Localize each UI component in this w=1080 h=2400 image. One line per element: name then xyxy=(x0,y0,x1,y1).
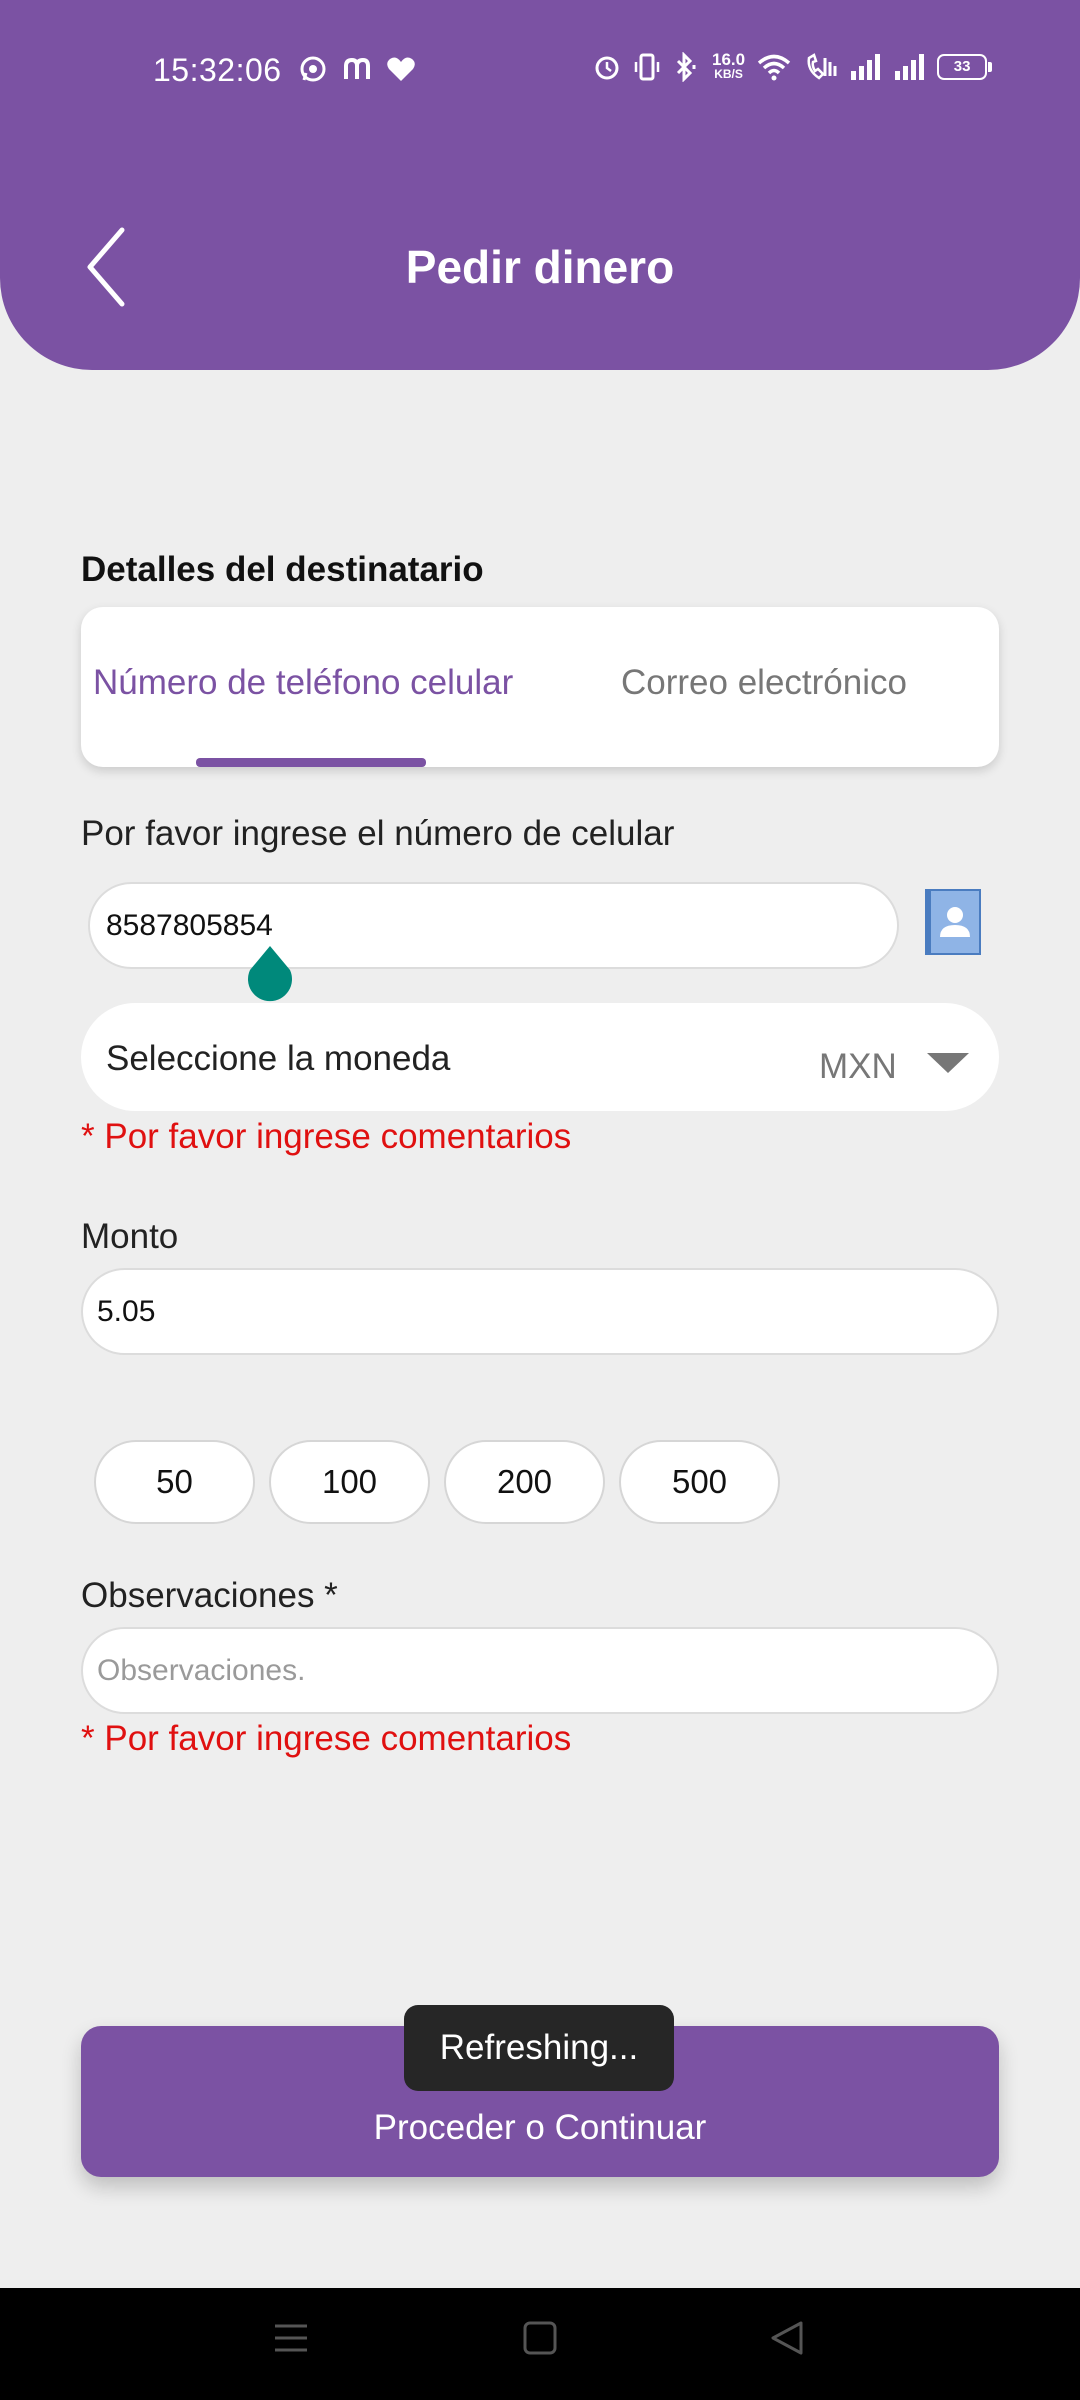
menu-icon[interactable] xyxy=(273,2320,309,2361)
phone-label: Por favor ingrese el número de celular xyxy=(81,814,675,853)
status-bar: 15:32:06 16.0 KB/S 33 xyxy=(0,0,1080,140)
tab-phone-number[interactable]: Número de teléfono celular xyxy=(93,663,513,703)
currency-label: Seleccione la moneda xyxy=(106,1039,451,1078)
recipient-section-title: Detalles del destinatario xyxy=(81,550,484,589)
quick-amounts: 50 100 200 500 xyxy=(94,1440,780,1524)
text-cursor-handle[interactable] xyxy=(244,946,296,1008)
proceed-button-label: Proceder o Continuar xyxy=(373,2107,707,2147)
recipient-tabs: Número de teléfono celular Correo electr… xyxy=(81,607,999,767)
wifi-icon xyxy=(757,53,791,81)
quick-amount-200[interactable]: 200 xyxy=(444,1440,605,1524)
observations-label: Observaciones * xyxy=(81,1576,338,1615)
quick-amount-50[interactable]: 50 xyxy=(94,1440,255,1524)
vibrate-icon xyxy=(634,52,660,82)
m-app-icon xyxy=(342,54,372,84)
signal-icon xyxy=(849,53,881,81)
amount-input[interactable] xyxy=(95,1293,997,1330)
tab-email[interactable]: Correo electrónico xyxy=(621,663,907,703)
dropdown-arrow-icon xyxy=(927,1053,969,1073)
currency-error: * Por favor ingrese comentarios xyxy=(81,1117,572,1156)
contact-picker-button[interactable] xyxy=(925,889,981,955)
system-nav-bar xyxy=(0,2288,1080,2400)
quick-amount-500[interactable]: 500 xyxy=(619,1440,780,1524)
back-triangle-icon[interactable] xyxy=(770,2320,804,2361)
header-bar: 15:32:06 16.0 KB/S 33 Pedir dinero xyxy=(0,0,1080,370)
phone-field[interactable] xyxy=(88,882,899,969)
signal-icon xyxy=(893,53,925,81)
contact-book-icon xyxy=(925,889,981,955)
refreshing-toast: Refreshing... xyxy=(404,2005,674,2091)
active-tab-indicator xyxy=(196,758,426,767)
status-time: 15:32:06 xyxy=(153,52,282,88)
alarm-icon xyxy=(592,52,622,82)
status-system-icons: 16.0 KB/S 33 xyxy=(592,50,993,82)
currency-select[interactable]: Seleccione la moneda MXN xyxy=(81,1003,999,1111)
amount-label: Monto xyxy=(81,1217,179,1256)
wifi-calling-icon xyxy=(803,52,837,82)
phone-input[interactable] xyxy=(104,907,897,944)
quick-amount-100[interactable]: 100 xyxy=(269,1440,430,1524)
observations-error: * Por favor ingrese comentarios xyxy=(81,1719,572,1758)
net-speed: 16.0 KB/S xyxy=(712,50,746,81)
home-icon[interactable] xyxy=(523,2320,557,2361)
heart-icon xyxy=(386,55,416,83)
whatsapp-icon xyxy=(298,54,328,84)
currency-value: MXN xyxy=(819,1047,897,1086)
amount-field[interactable] xyxy=(81,1268,999,1355)
bluetooth-icon xyxy=(672,52,700,82)
battery-indicator: 33 xyxy=(937,54,993,80)
page-title: Pedir dinero xyxy=(405,241,675,293)
observations-input[interactable] xyxy=(95,1652,997,1689)
status-app-icons xyxy=(298,54,416,84)
observations-field[interactable] xyxy=(81,1627,999,1714)
